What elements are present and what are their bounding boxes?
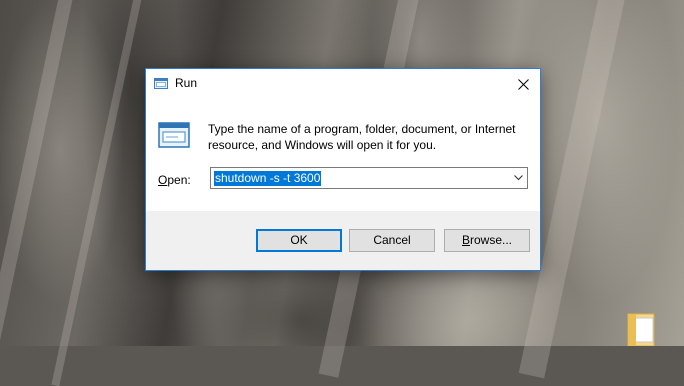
open-label: Open: xyxy=(158,173,191,187)
open-label-text: pen: xyxy=(167,173,191,187)
dialog-description: Type the name of a program, folder, docu… xyxy=(208,122,516,152)
close-button[interactable] xyxy=(506,69,540,99)
browse-button[interactable]: Browse... xyxy=(444,229,530,252)
dialog-footer: OK Cancel Browse... xyxy=(146,211,540,270)
run-app-icon xyxy=(158,122,190,148)
cancel-button[interactable]: Cancel xyxy=(349,229,435,252)
ok-button[interactable]: OK xyxy=(256,229,342,252)
chevron-down-icon xyxy=(513,175,523,181)
close-icon xyxy=(517,78,529,90)
wallpaper-streak xyxy=(51,0,147,386)
dialog-content: Type the name of a program, folder, docu… xyxy=(146,99,540,211)
run-dialog: Run Type the name of a program, folder, … xyxy=(145,68,541,271)
open-input-value[interactable]: shutdown -s -t 3600 xyxy=(214,171,322,186)
folder-icon[interactable] xyxy=(626,310,658,346)
browse-mnemonic: B xyxy=(461,233,470,247)
window-title: Run xyxy=(175,76,198,90)
dropdown-button[interactable] xyxy=(509,168,527,188)
open-label-mnemonic: O xyxy=(158,173,168,187)
run-app-icon xyxy=(154,78,168,89)
title-bar[interactable]: Run xyxy=(146,69,540,99)
open-combobox[interactable]: shutdown -s -t 3600 xyxy=(210,167,528,189)
browse-label: rowse... xyxy=(470,233,513,247)
